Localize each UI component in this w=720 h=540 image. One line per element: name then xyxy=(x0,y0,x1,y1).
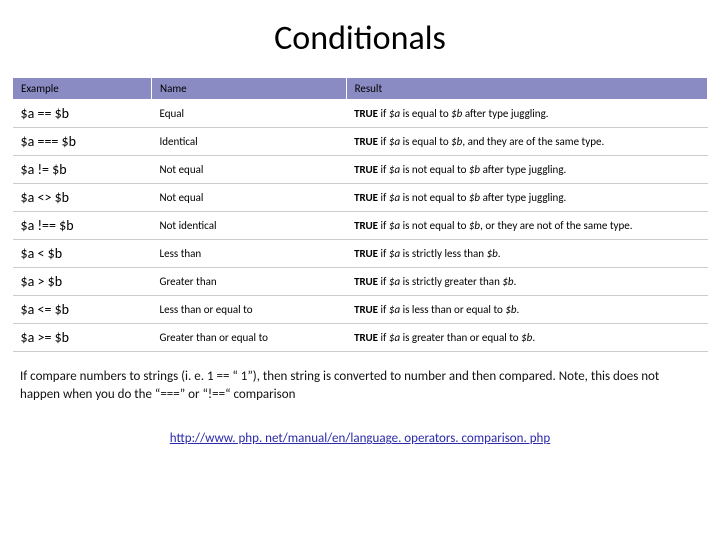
table-row: $a !== $bNot identicalTRUE if $a is not … xyxy=(13,212,708,240)
cell-result: TRUE if $a is not equal to $b, or they a… xyxy=(346,212,707,240)
cell-result: TRUE if $a is greater than or equal to $… xyxy=(346,324,707,352)
cell-name: Not equal xyxy=(152,156,347,184)
table-header-row: Example Name Result xyxy=(13,78,708,100)
table-row: $a <> $bNot equalTRUE if $a is not equal… xyxy=(13,184,708,212)
reference-link-line: http://www. php. net/manual/en/language.… xyxy=(12,428,708,447)
page-title: Conditionals xyxy=(12,18,708,59)
cell-result: TRUE if $a is equal to $b after type jug… xyxy=(346,100,707,128)
cell-example: $a == $b xyxy=(13,100,152,128)
table-row: $a != $bNot equalTRUE if $a is not equal… xyxy=(13,156,708,184)
table-row: $a === $bIdenticalTRUE if $a is equal to… xyxy=(13,128,708,156)
cell-example: $a <> $b xyxy=(13,184,152,212)
col-header-name: Name xyxy=(152,78,347,100)
cell-name: Equal xyxy=(152,100,347,128)
cell-name: Greater than or equal to xyxy=(152,324,347,352)
cell-name: Not equal xyxy=(152,184,347,212)
cell-name: Greater than xyxy=(152,268,347,296)
cell-name: Less than or equal to xyxy=(152,296,347,324)
cell-name: Not identical xyxy=(152,212,347,240)
cell-name: Identical xyxy=(152,128,347,156)
cell-example: $a !== $b xyxy=(13,212,152,240)
table-row: $a == $bEqualTRUE if $a is equal to $b a… xyxy=(13,100,708,128)
cell-example: $a === $b xyxy=(13,128,152,156)
cell-result: TRUE if $a is less than or equal to $b. xyxy=(346,296,707,324)
cell-example: $a >= $b xyxy=(13,324,152,352)
table-row: $a < $bLess thanTRUE if $a is strictly l… xyxy=(13,240,708,268)
cell-example: $a <= $b xyxy=(13,296,152,324)
cell-result: TRUE if $a is strictly greater than $b. xyxy=(346,268,707,296)
table-row: $a <= $bLess than or equal toTRUE if $a … xyxy=(13,296,708,324)
cell-name: Less than xyxy=(152,240,347,268)
cell-example: $a > $b xyxy=(13,268,152,296)
table-row: $a > $bGreater thanTRUE if $a is strictl… xyxy=(13,268,708,296)
col-header-example: Example xyxy=(13,78,152,100)
cell-result: TRUE if $a is equal to $b, and they are … xyxy=(346,128,707,156)
col-header-result: Result xyxy=(346,78,707,100)
cell-result: TRUE if $a is strictly less than $b. xyxy=(346,240,707,268)
footnote: If compare numbers to strings (i. e. 1 =… xyxy=(20,368,700,404)
cell-example: $a != $b xyxy=(13,156,152,184)
operators-table: Example Name Result $a == $bEqualTRUE if… xyxy=(12,77,708,352)
cell-result: TRUE if $a is not equal to $b after type… xyxy=(346,184,707,212)
reference-link[interactable]: http://www. php. net/manual/en/language.… xyxy=(170,431,550,446)
table-row: $a >= $bGreater than or equal toTRUE if … xyxy=(13,324,708,352)
cell-result: TRUE if $a is not equal to $b after type… xyxy=(346,156,707,184)
cell-example: $a < $b xyxy=(13,240,152,268)
